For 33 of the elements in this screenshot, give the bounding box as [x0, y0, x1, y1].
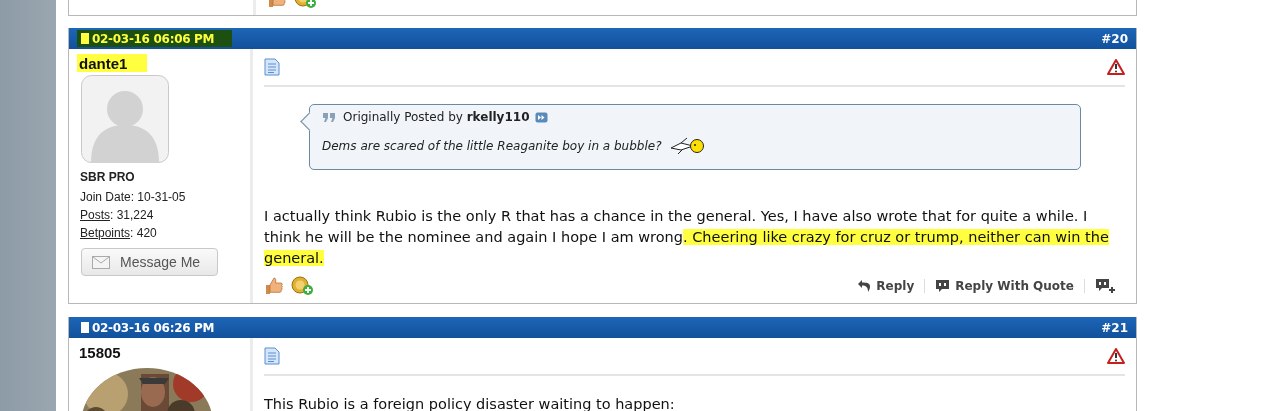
document-icon: [264, 58, 280, 76]
post-number-link[interactable]: #21: [1101, 320, 1128, 335]
warning-icon[interactable]: [1107, 348, 1125, 364]
reply-button[interactable]: Reply: [847, 279, 926, 293]
quote-text: Dems are scared of the little Reaganite boy in a bubble?: [322, 139, 662, 153]
thumbs-up-icon[interactable]: [264, 276, 284, 296]
envelope-icon: [92, 255, 110, 269]
quote-marks-icon: [322, 111, 337, 123]
username[interactable]: 15805: [77, 343, 141, 361]
post-message: I actually think Rubio is the only R that has a chance in the general. Yes, I have also wrote that for quite a while. I think he will be the nominee and again I hope I am wrong. Cheering like crazy for cruz or trump, neither can win the general.: [264, 207, 1110, 268]
reply-with-quote-button[interactable]: Reply With Quote: [925, 279, 1085, 293]
reply-arrow-icon: [857, 279, 872, 293]
page-icon: [81, 33, 89, 44]
quote-bubble-icon: [935, 279, 951, 293]
post-date: 02-03-16 06:26 PM: [77, 319, 233, 336]
view-post-icon[interactable]: [535, 111, 549, 123]
smiley-icon: [669, 136, 706, 156]
quote-attribution: Originally Posted by rkelly110: [343, 110, 530, 124]
user-rank: SBR PRO: [80, 170, 136, 184]
page-icon: [81, 322, 89, 333]
stat-value: : 420: [130, 226, 157, 240]
post-date: 02-03-16 06:06 PM: [77, 30, 233, 47]
post-number-link[interactable]: #20: [1101, 31, 1128, 46]
multi-quote-icon[interactable]: [1095, 278, 1115, 294]
stat-link[interactable]: Posts: [80, 208, 110, 222]
avatar-silhouette-icon: [81, 75, 169, 163]
warning-icon[interactable]: [1107, 59, 1125, 75]
username[interactable]: dante1: [77, 54, 148, 72]
document-icon: [264, 347, 280, 365]
coin-add-icon[interactable]: [290, 276, 314, 296]
stat-value: : 31,224: [110, 208, 154, 222]
message-me-button[interactable]: Message Me: [81, 248, 218, 276]
join-date: Join Date: 10-31-05: [80, 190, 187, 204]
